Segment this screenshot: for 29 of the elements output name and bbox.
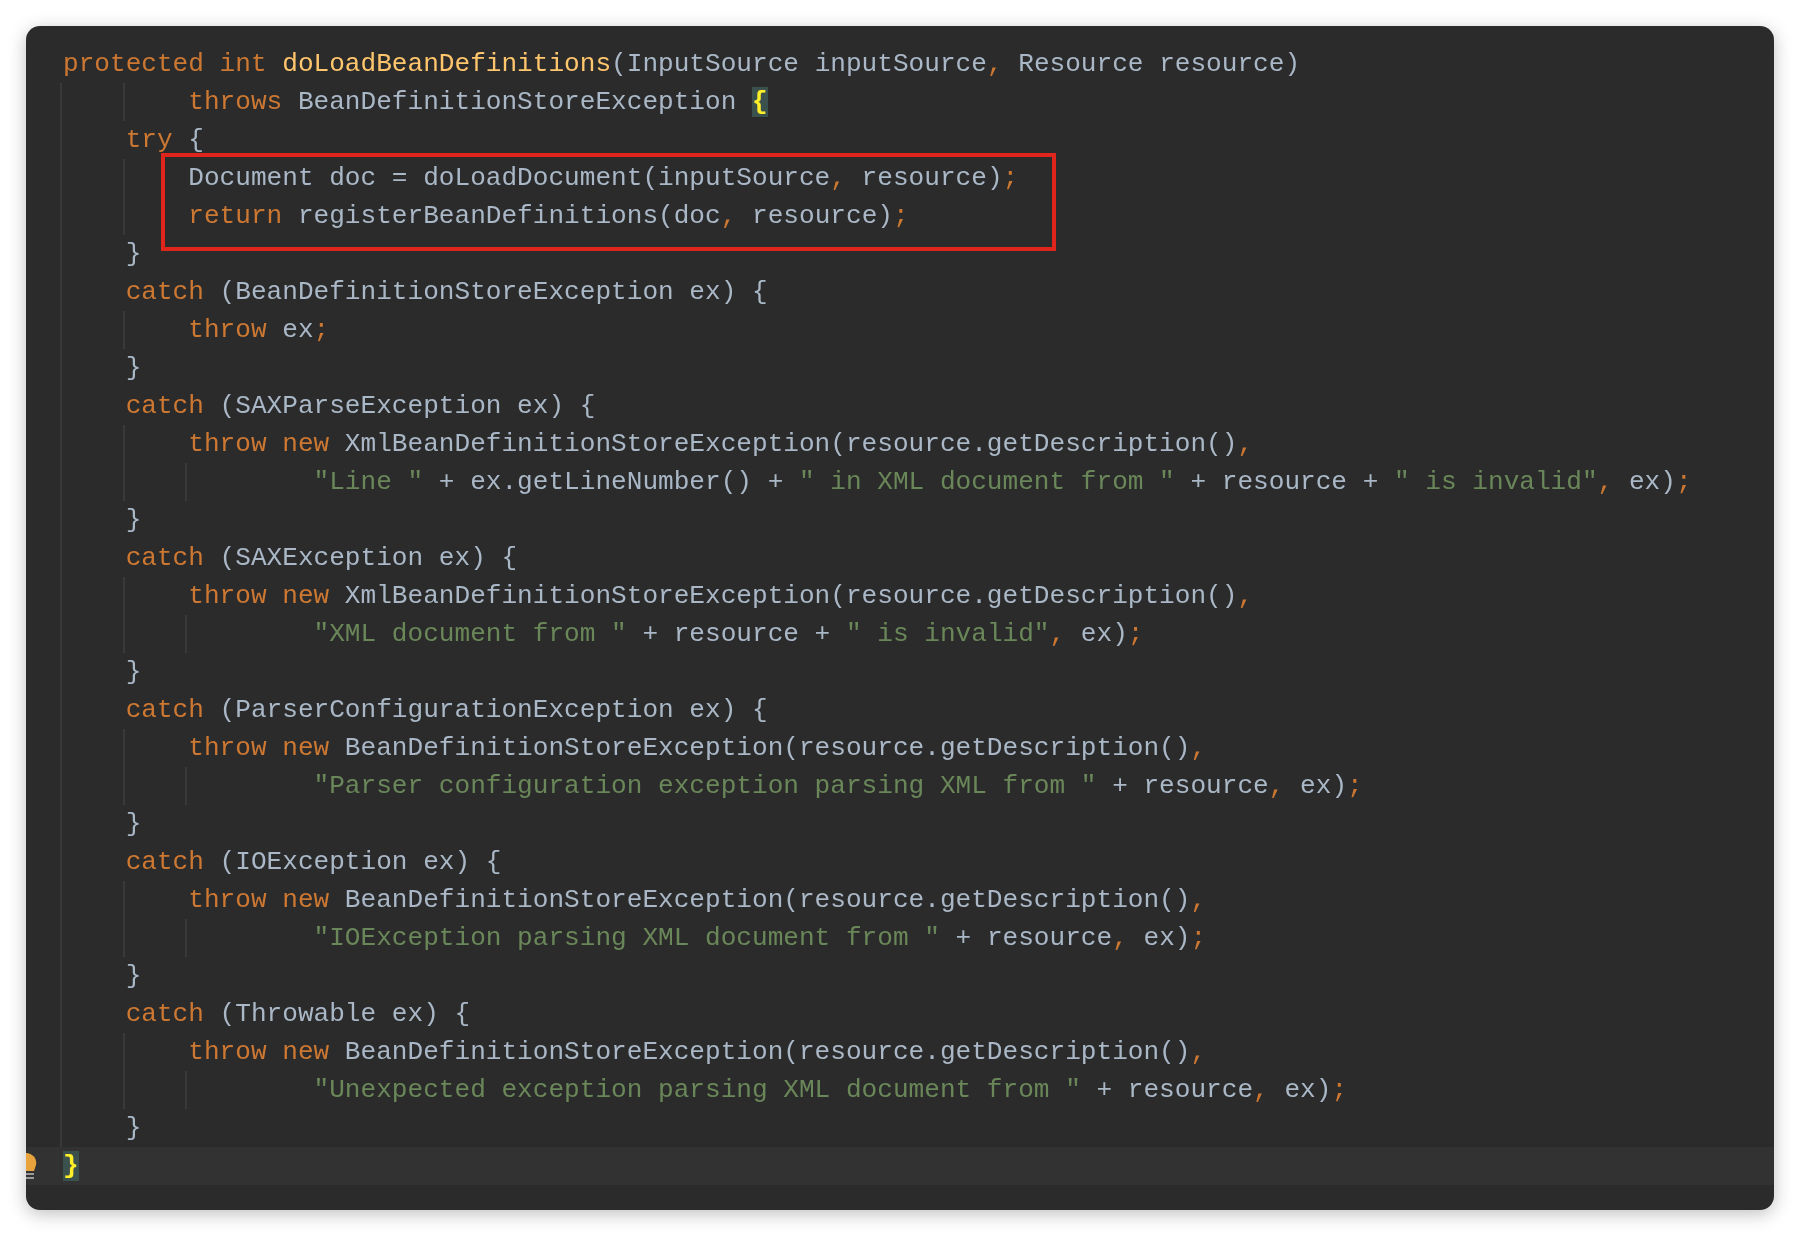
code-line: throw new BeanDefinitionStoreException(resource.getDescription(), (187, 884, 1208, 917)
code-line: catch (BeanDefinitionStoreException ex) { (124, 276, 769, 309)
code-line: throw new XmlBeanDefinitionStoreException(resource.getDescription(), (187, 580, 1255, 613)
code-line: } (124, 808, 143, 841)
code-line: } (124, 1112, 143, 1145)
code-line: return registerBeanDefinitions(doc, resource); (187, 200, 910, 233)
code-line: throw new XmlBeanDefinitionStoreException(resource.getDescription(), (187, 428, 1255, 461)
code-line: protected int doLoadBeanDefinitions(InputSource inputSource, Resource resource) (62, 48, 1302, 81)
code-line: "Line " + ex.getLineNumber() + " in XML document from " + resource + " is invalid", ex); (312, 466, 1693, 499)
code-line: } (124, 238, 143, 271)
code-line: "XML document from " + resource + " is invalid", ex); (312, 618, 1145, 651)
code-line: } (124, 960, 143, 993)
code-line: } (124, 504, 143, 537)
code-line: catch (IOException ex) { (124, 846, 503, 879)
code-line: throw ex; (187, 314, 331, 347)
code-line: } (124, 352, 143, 385)
code-line: catch (ParserConfigurationException ex) { (124, 694, 769, 727)
code-line: } (124, 656, 143, 689)
code-line: "Unexpected exception parsing XML document from " + resource, ex); (312, 1074, 1349, 1107)
code-line: Document doc = doLoadDocument(inputSource, resource); (187, 162, 1020, 195)
code-line: throw new BeanDefinitionStoreException(resource.getDescription(), (187, 732, 1208, 765)
code-line: "IOException parsing XML document from " + resource, ex); (312, 922, 1208, 955)
code-line: throws BeanDefinitionStoreException { (187, 86, 769, 119)
code-line: catch (SAXException ex) { (124, 542, 519, 575)
code-line: catch (Throwable ex) { (124, 998, 472, 1031)
code-line: try { (124, 124, 205, 157)
code-line: "Parser configuration exception parsing XML from " + resource, ex); (312, 770, 1364, 803)
code-line: throw new BeanDefinitionStoreException(resource.getDescription(), (187, 1036, 1208, 1069)
code-line: catch (SAXParseException ex) { (124, 390, 597, 423)
